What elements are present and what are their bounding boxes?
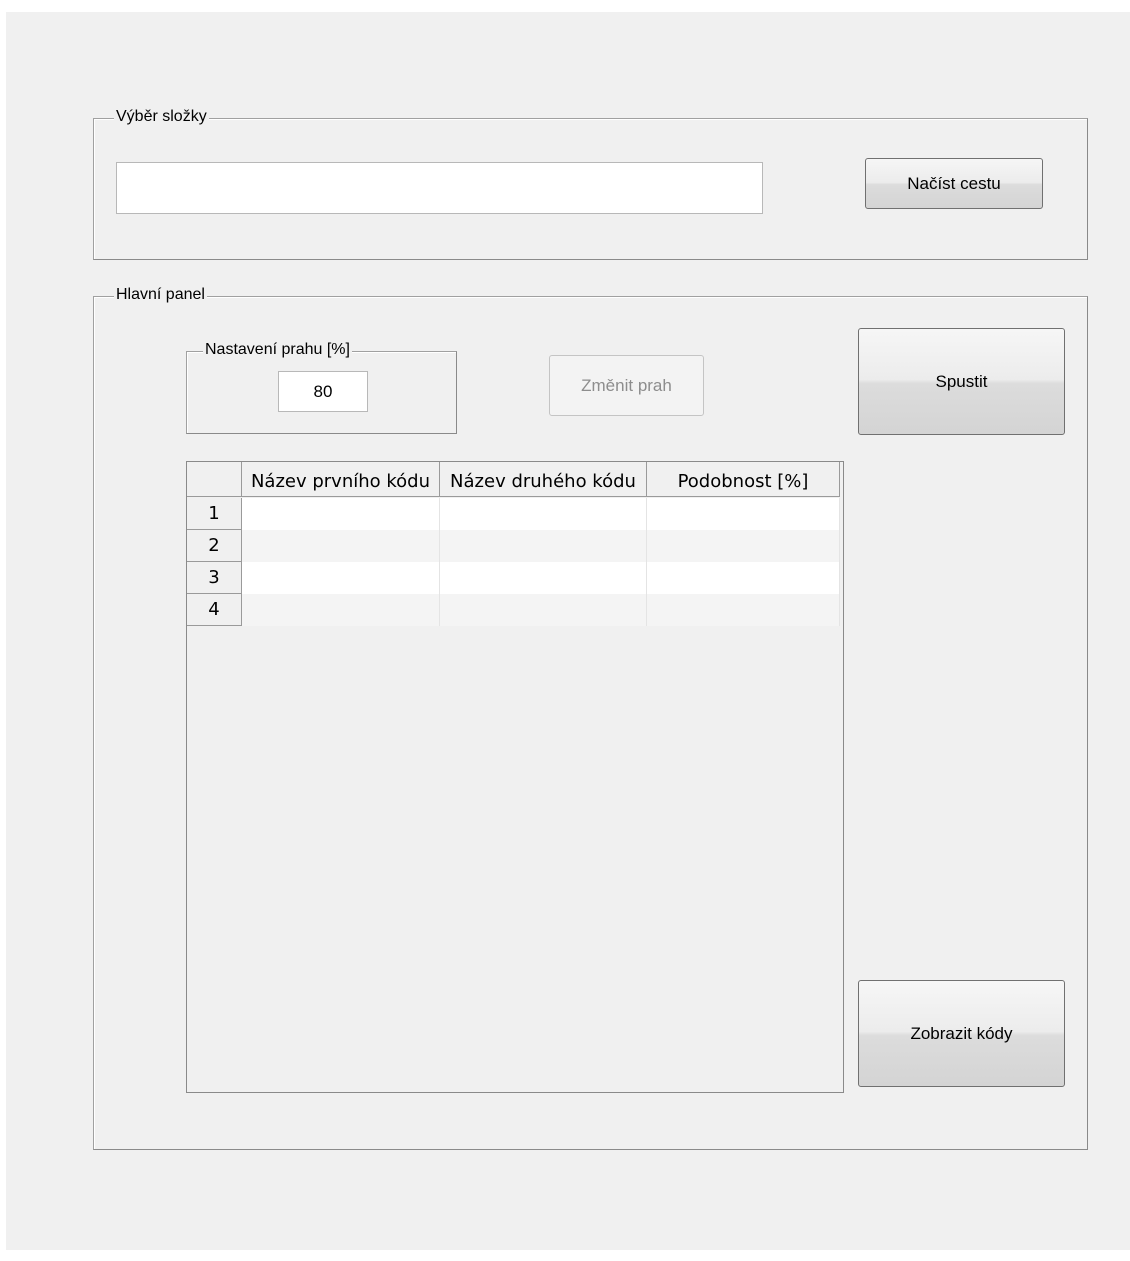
threshold-value: 80	[313, 381, 333, 401]
threshold-title: Nastavení prahu [%]	[203, 340, 352, 360]
column-header-similarity[interactable]: Podobnost [%]	[647, 462, 840, 497]
run-button[interactable]: Spustit	[858, 328, 1065, 435]
folder-path-input[interactable]	[116, 162, 763, 214]
threshold-input[interactable]: 80	[278, 371, 368, 412]
table-cell[interactable]	[440, 562, 647, 594]
table-cell[interactable]	[440, 530, 647, 562]
table-cell[interactable]	[647, 562, 840, 594]
table-row[interactable]: 3	[187, 562, 840, 594]
main-panel-title: Hlavní panel	[114, 285, 207, 305]
table-cell[interactable]	[242, 530, 440, 562]
row-header: 1	[187, 498, 242, 530]
table-header: Název prvního kódu Název druhého kódu Po…	[187, 462, 840, 498]
table-corner	[187, 462, 242, 497]
table-cell[interactable]	[647, 530, 840, 562]
column-header-second-code[interactable]: Název druhého kódu	[440, 462, 647, 497]
load-path-button[interactable]: Načíst cestu	[865, 158, 1043, 209]
table-cell[interactable]	[440, 594, 647, 626]
table-cell[interactable]	[242, 562, 440, 594]
column-header-first-code[interactable]: Název prvního kódu	[242, 462, 440, 497]
app-window: Výběr složky Načíst cestu Hlavní panel N…	[6, 12, 1130, 1250]
row-header: 4	[187, 594, 242, 626]
table-row[interactable]: 4	[187, 594, 840, 626]
table-row[interactable]: 2	[187, 530, 840, 562]
table-cell[interactable]	[647, 594, 840, 626]
table-cell[interactable]	[440, 498, 647, 530]
table-cell[interactable]	[647, 498, 840, 530]
folder-selection-title: Výběr složky	[114, 107, 209, 127]
table-cell[interactable]	[242, 594, 440, 626]
row-header: 2	[187, 530, 242, 562]
table-row[interactable]: 1	[187, 498, 840, 530]
table-cell[interactable]	[242, 498, 440, 530]
show-codes-button[interactable]: Zobrazit kódy	[858, 980, 1065, 1087]
change-threshold-button[interactable]: Změnit prah	[549, 355, 704, 416]
results-table[interactable]: Název prvního kódu Název druhého kódu Po…	[186, 461, 844, 1093]
row-header: 3	[187, 562, 242, 594]
